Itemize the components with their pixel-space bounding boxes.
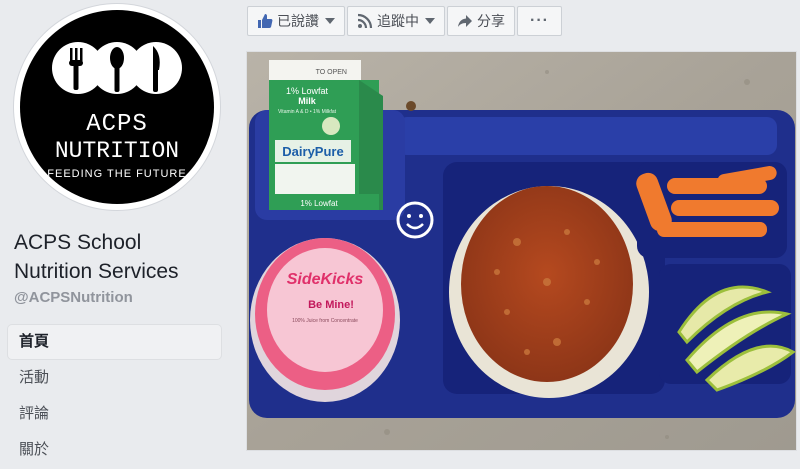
page-name-line1: ACPS School bbox=[14, 231, 142, 254]
left-sidebar: ACPS NUTRITION FEEDING THE FUTURE ACPS S… bbox=[0, 0, 234, 458]
svg-text:Vitamin A & D • 1% Milkfat: Vitamin A & D • 1% Milkfat bbox=[278, 109, 337, 115]
nav-item-home[interactable]: 首頁 bbox=[8, 325, 221, 359]
svg-text:Milk: Milk bbox=[298, 96, 316, 106]
page-name[interactable]: ACPS School Nutrition Services bbox=[14, 228, 229, 286]
share-label: 分享 bbox=[477, 13, 505, 29]
thumbs-up-icon bbox=[257, 13, 273, 29]
juice-cup: SideKicks Be Mine! 100% Juice from Conce… bbox=[250, 238, 400, 402]
cover-photo[interactable]: TO OPEN 1% Lowfat Milk Vitamin A & D • 1… bbox=[247, 52, 796, 450]
nav-item-reviews[interactable]: 評論 bbox=[8, 397, 221, 431]
more-options-button[interactable]: ··· bbox=[517, 6, 562, 36]
logo-graphic: ACPS NUTRITION FEEDING THE FUTURE bbox=[47, 42, 186, 180]
chevron-down-icon bbox=[425, 18, 435, 24]
svg-text:100% Juice from Concentrate: 100% Juice from Concentrate bbox=[292, 318, 358, 324]
logo-line1: ACPS bbox=[86, 111, 148, 138]
share-button[interactable]: 分享 bbox=[447, 6, 515, 36]
page-action-bar: 已說讚 追蹤中 分享 ··· bbox=[247, 6, 564, 36]
svg-text:TO OPEN: TO OPEN bbox=[316, 69, 347, 76]
page-handle[interactable]: @ACPSNutrition bbox=[14, 289, 133, 306]
milk-carton: TO OPEN 1% Lowfat Milk Vitamin A & D • 1… bbox=[269, 60, 383, 210]
page-nav: 首頁 活動 評論 關於 bbox=[8, 325, 221, 469]
page-name-line2: Nutrition Services bbox=[14, 260, 179, 283]
nav-item-events[interactable]: 活動 bbox=[8, 361, 221, 395]
logo-tagline: FEEDING THE FUTURE bbox=[47, 168, 186, 180]
svg-text:1% Lowfat: 1% Lowfat bbox=[300, 199, 338, 208]
lunch-tray-photo: TO OPEN 1% Lowfat Milk Vitamin A & D • 1… bbox=[247, 52, 796, 450]
following-label: 追蹤中 bbox=[377, 13, 419, 29]
svg-text:DairyPure: DairyPure bbox=[282, 144, 343, 159]
liked-label: 已說讚 bbox=[277, 13, 319, 29]
following-button[interactable]: 追蹤中 bbox=[347, 6, 445, 36]
svg-text:Be Mine!: Be Mine! bbox=[308, 299, 354, 311]
liked-button[interactable]: 已說讚 bbox=[247, 6, 345, 36]
acps-nutrition-logo: ACPS NUTRITION FEEDING THE FUTURE bbox=[20, 10, 214, 204]
share-arrow-icon bbox=[457, 13, 473, 29]
logo-line2: NUTRITION bbox=[55, 138, 179, 164]
more-dots-icon: ··· bbox=[530, 12, 549, 29]
profile-picture[interactable]: ACPS NUTRITION FEEDING THE FUTURE bbox=[14, 4, 220, 210]
svg-text:SideKicks: SideKicks bbox=[287, 271, 364, 288]
nav-item-about[interactable]: 關於 bbox=[8, 433, 221, 467]
rss-icon bbox=[357, 13, 373, 29]
svg-text:1% Lowfat: 1% Lowfat bbox=[286, 86, 329, 96]
chevron-down-icon bbox=[325, 18, 335, 24]
